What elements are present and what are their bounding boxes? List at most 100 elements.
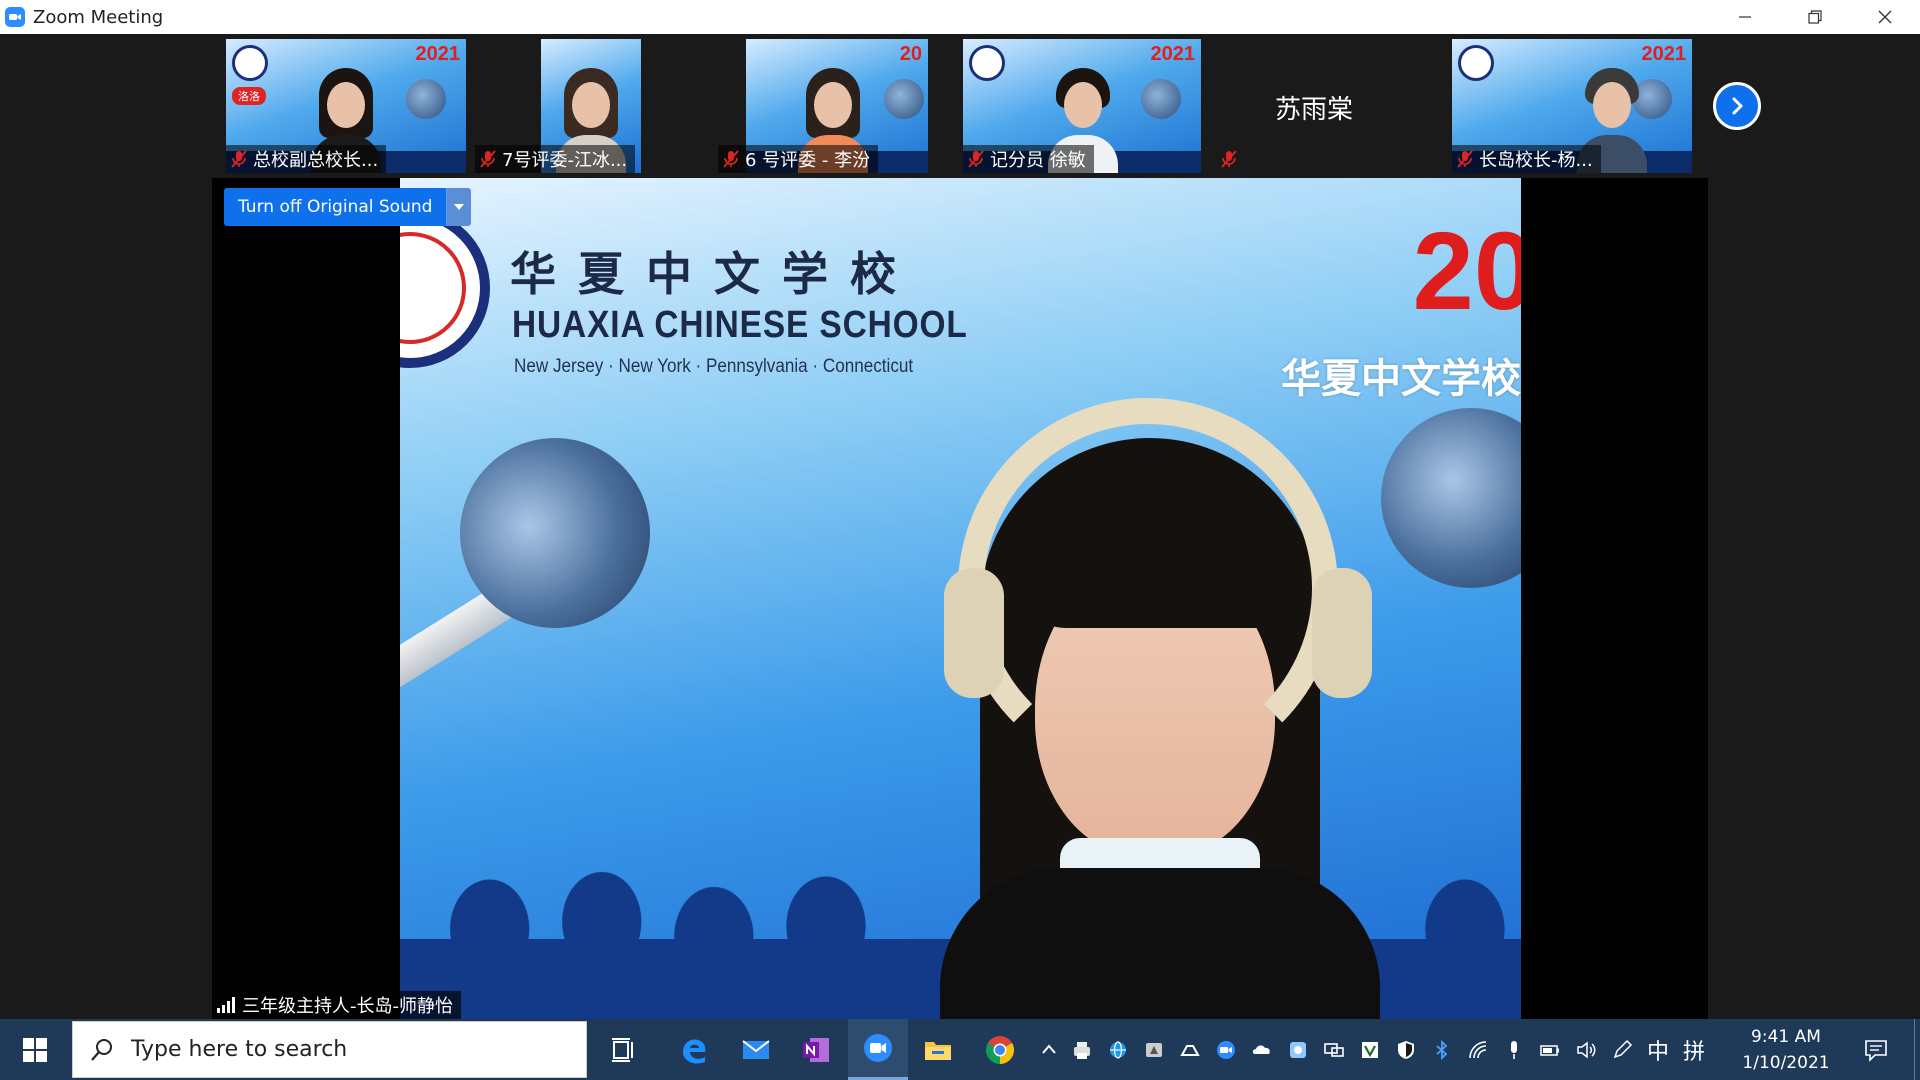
taskbar-app-mail[interactable] (726, 1019, 786, 1080)
taskbar-app-zoom[interactable] (848, 1019, 908, 1080)
display-icon (1324, 1042, 1344, 1057)
globe-icon (1110, 1040, 1126, 1059)
school-logo (969, 45, 1005, 81)
tile-year: 20 (899, 43, 922, 65)
tray-zoom[interactable] (1208, 1019, 1244, 1080)
tray-wifi[interactable] (1460, 1019, 1496, 1080)
school-logo (1458, 45, 1494, 81)
search-icon (91, 1038, 112, 1061)
participant-label: 7号评委-江冰... (475, 145, 636, 173)
participant-tile[interactable]: 7号评委-江冰... (475, 39, 641, 173)
participant-name: 长岛校长-杨... (1479, 150, 1593, 171)
printer-icon (1074, 1041, 1090, 1059)
windows-logo-icon (23, 1037, 47, 1062)
tray-pen[interactable] (1604, 1019, 1640, 1080)
participant-label: 记分员 徐敏 (963, 145, 1094, 173)
tray-display[interactable] (1316, 1019, 1352, 1080)
battery-icon (1540, 1044, 1559, 1056)
banner-title-cn: 华夏中文学校演 (1281, 356, 1521, 402)
restore-button[interactable] (1780, 0, 1850, 34)
chrome-icon (986, 1035, 1014, 1064)
headphones (958, 398, 1338, 778)
zoom-tray-icon (1217, 1040, 1235, 1059)
tile-year: 2021 (1150, 43, 1196, 65)
taskbar-clock[interactable]: 9:41 AM 1/10/2021 (1730, 1019, 1842, 1080)
participant-tile-no-video[interactable]: 苏雨棠 (1214, 39, 1414, 173)
clock-time: 9:41 AM (1751, 1026, 1821, 1047)
school-emblem (400, 208, 490, 368)
close-button[interactable] (1850, 0, 1920, 34)
original-sound-control: Turn off Original Sound (224, 188, 472, 226)
google-drive-icon (1180, 1044, 1200, 1056)
speaker-label: 三年级主持人-长岛-师静怡 (212, 991, 461, 1019)
school-logo (232, 45, 268, 81)
clock-date: 1/10/2021 (1742, 1052, 1830, 1073)
start-button[interactable] (0, 1019, 70, 1080)
tray-bluetooth[interactable] (1424, 1019, 1460, 1080)
tray-microphone[interactable] (1496, 1019, 1532, 1080)
taskbar-app-file-explorer[interactable] (908, 1019, 968, 1080)
muted-mic-icon (231, 150, 247, 168)
participant-tile[interactable]: 2021 长岛校长-杨... (1452, 39, 1692, 173)
participant-name: 记分员 徐敏 (990, 150, 1086, 171)
tray-globe[interactable] (1100, 1019, 1136, 1080)
original-sound-dropdown[interactable] (447, 188, 472, 226)
onedrive-icon (1252, 1044, 1270, 1054)
active-speaker-view[interactable]: 华夏中文学校 HUAXIA CHINESE SCHOOL New Jersey … (212, 178, 1708, 1019)
show-hidden-icons-icon (1042, 1043, 1056, 1054)
participant-tile[interactable]: 2021 记分员 徐敏 (963, 39, 1201, 173)
participant-label: 长岛校长-杨... (1452, 145, 1601, 173)
tray-webcam[interactable] (1280, 1019, 1316, 1080)
muted-mic-icon (723, 150, 739, 168)
show-hidden-icons-button[interactable] (1034, 1019, 1064, 1080)
microphone-icon (1511, 1040, 1517, 1059)
minimize-button[interactable] (1710, 0, 1780, 34)
sticker-badge: 洛洛 (232, 87, 266, 105)
caret-down-icon (454, 204, 465, 210)
school-locations: New Jersey · New York · Pennsylvania · C… (514, 356, 914, 377)
participant-name: 6 号评委 - 李汾 (745, 150, 871, 171)
participant-strip: 2021 洛洛 总校副总校长... 7号评委-江冰... 20 6 号评委 - … (0, 34, 1920, 174)
participant-label: 总校副总校长... (226, 145, 387, 173)
tray-drive[interactable] (1136, 1019, 1172, 1080)
tray-battery[interactable] (1532, 1019, 1568, 1080)
taskbar-app-onenote[interactable] (786, 1019, 846, 1080)
search-input[interactable] (131, 1037, 551, 1062)
drive-icon (1146, 1042, 1162, 1057)
task-view-icon (612, 1037, 633, 1062)
taskbar-app-edge[interactable] (664, 1019, 724, 1080)
restore-icon (1808, 10, 1822, 24)
participant-tile[interactable]: 20 6 号评委 - 李汾 (718, 39, 928, 173)
task-view-button[interactable] (594, 1019, 654, 1080)
action-center-button[interactable] (1850, 1019, 1902, 1080)
tray-vim[interactable] (1352, 1019, 1388, 1080)
mail-icon (742, 1039, 770, 1059)
tray-volume[interactable] (1568, 1019, 1604, 1080)
edge-icon (683, 1039, 706, 1064)
taskbar-app-chrome[interactable] (970, 1019, 1030, 1080)
ime-mode-indicator[interactable]: 拼 (1676, 1019, 1712, 1080)
taskbar-search-box[interactable] (72, 1021, 587, 1078)
show-desktop-button[interactable] (1914, 1019, 1920, 1080)
title-bar: Zoom Meeting (0, 0, 1920, 34)
pen-icon (1613, 1039, 1633, 1058)
turn-off-original-sound-button[interactable]: Turn off Original Sound (224, 188, 448, 226)
participant-tile[interactable]: 2021 洛洛 总校副总校长... (226, 39, 466, 173)
minimize-icon (1739, 16, 1751, 18)
chevron-right-icon (1732, 97, 1743, 115)
presenter-figure (940, 398, 1380, 1019)
tray-security[interactable] (1388, 1019, 1424, 1080)
ime-language-indicator[interactable]: 中 (1640, 1019, 1676, 1080)
tile-year: 2021 (1641, 43, 1687, 65)
muted-mic-icon (968, 150, 984, 168)
microphone-graphic (406, 79, 446, 119)
muted-mic-icon (1457, 150, 1473, 168)
tray-google-drive[interactable] (1172, 1019, 1208, 1080)
tray-printer[interactable] (1064, 1019, 1100, 1080)
tray-onedrive[interactable] (1244, 1019, 1280, 1080)
school-name-cn: 华夏中文学校 (510, 247, 918, 301)
webcam-icon (1290, 1041, 1306, 1058)
onenote-icon (803, 1037, 829, 1062)
next-page-button[interactable] (1713, 82, 1761, 130)
speaker-name: 三年级主持人-长岛-师静怡 (242, 996, 453, 1017)
